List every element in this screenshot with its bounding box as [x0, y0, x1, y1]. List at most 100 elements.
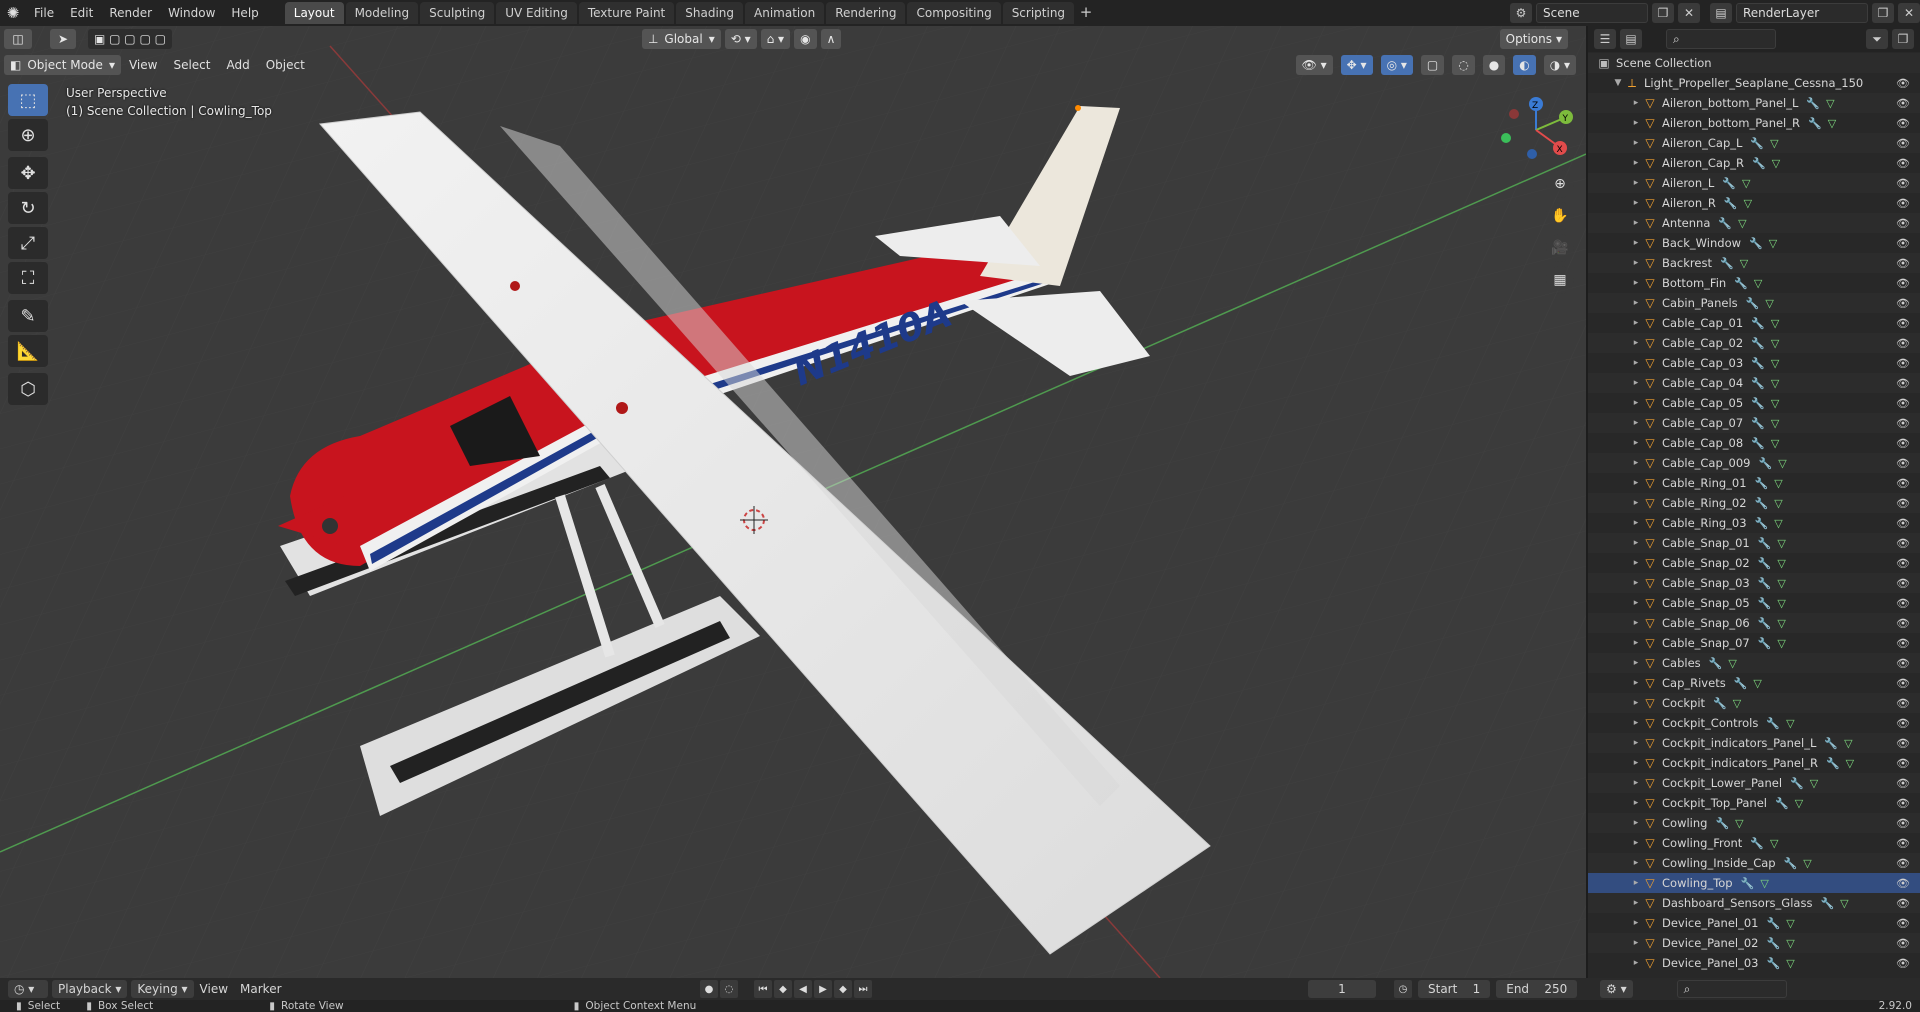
- eye-icon[interactable]: 👁: [1896, 477, 1910, 490]
- outliner-item-row[interactable]: ▸ ▽ Aileron_R 🔧 ▽ 👁: [1588, 193, 1920, 213]
- wrench-icon[interactable]: 🔧: [1790, 777, 1804, 790]
- new-view-layer-icon[interactable]: ❐: [1872, 3, 1894, 23]
- mesh-data-icon[interactable]: ▽: [1753, 677, 1761, 690]
- tab-modeling[interactable]: Modeling: [345, 2, 419, 24]
- wrench-icon[interactable]: 🔧: [1820, 897, 1834, 910]
- tab-sculpting[interactable]: Sculpting: [420, 2, 495, 24]
- wrench-icon[interactable]: 🔧: [1767, 957, 1781, 970]
- outliner-item-row[interactable]: ▸ ▽ Device_Panel_01 🔧 ▽ 👁: [1588, 913, 1920, 933]
- expand-arrow-icon[interactable]: ▸: [1630, 658, 1642, 668]
- outliner-item-row[interactable]: ▸ ▽ Cable_Cap_01 🔧 ▽ 👁: [1588, 313, 1920, 333]
- annotate-tool-icon[interactable]: ✎: [8, 300, 48, 332]
- outliner-item-row[interactable]: ▸ ▽ Cable_Ring_03 🔧 ▽ 👁: [1588, 513, 1920, 533]
- eye-icon[interactable]: 👁: [1896, 197, 1910, 210]
- mesh-data-icon[interactable]: ▽: [1772, 157, 1780, 170]
- expand-arrow-icon[interactable]: ▸: [1630, 818, 1642, 828]
- eye-icon[interactable]: 👁: [1896, 257, 1910, 270]
- eye-icon[interactable]: 👁: [1896, 117, 1910, 130]
- wrench-icon[interactable]: 🔧: [1734, 277, 1748, 290]
- tab-scripting[interactable]: Scripting: [1002, 2, 1075, 24]
- wrench-icon[interactable]: 🔧: [1741, 877, 1755, 890]
- eye-icon[interactable]: 👁: [1896, 777, 1910, 790]
- expand-arrow-icon[interactable]: ▸: [1630, 738, 1642, 748]
- mesh-data-icon[interactable]: ▽: [1828, 117, 1836, 130]
- wrench-icon[interactable]: 🔧: [1808, 117, 1822, 130]
- mesh-data-icon[interactable]: ▽: [1771, 337, 1779, 350]
- expand-arrow-icon[interactable]: ▸: [1630, 318, 1642, 328]
- navigation-gizmo[interactable]: Z Y X: [1496, 88, 1576, 172]
- 3d-viewport[interactable]: N1410A ◫ ➤ ▣ ▢ ▢ ▢ ▢ ⊥ Global ▾ ⟲ ▾ ⌂ ▾ ◉ …: [0, 26, 1586, 978]
- wrench-icon[interactable]: 🔧: [1713, 697, 1727, 710]
- expand-arrow-icon[interactable]: ▸: [1630, 298, 1642, 308]
- eye-icon[interactable]: 👁: [1896, 97, 1910, 110]
- eye-icon[interactable]: 👁: [1896, 337, 1910, 350]
- outliner-item-row[interactable]: ▸ ▽ Cable_Cap_07 🔧 ▽ 👁: [1588, 413, 1920, 433]
- selection-mode-icons[interactable]: ▣ ▢ ▢ ▢ ▢: [88, 29, 172, 49]
- mesh-data-icon[interactable]: ▽: [1733, 697, 1741, 710]
- clock-icon[interactable]: ◷: [1394, 980, 1412, 998]
- tab-animation[interactable]: Animation: [745, 2, 825, 24]
- move-tool-icon[interactable]: ✥: [8, 157, 48, 189]
- mesh-data-icon[interactable]: ▽: [1742, 177, 1750, 190]
- expand-arrow-icon[interactable]: ▸: [1630, 398, 1642, 408]
- menu-add[interactable]: Add: [218, 58, 257, 72]
- mesh-data-icon[interactable]: ▽: [1744, 197, 1752, 210]
- eye-icon[interactable]: 👁: [1896, 857, 1910, 870]
- menu-window[interactable]: Window: [160, 2, 223, 24]
- wrench-icon[interactable]: 🔧: [1755, 517, 1769, 530]
- outliner-item-row[interactable]: ▸ ▽ Dashboard_Sensors_Glass 🔧 ▽ 👁: [1588, 893, 1920, 913]
- auto-key-icon[interactable]: ◌: [720, 980, 738, 998]
- wrench-icon[interactable]: 🔧: [1746, 297, 1760, 310]
- mesh-data-icon[interactable]: ▽: [1777, 617, 1785, 630]
- outliner-item-row[interactable]: ▸ ▽ Bottom_Fin 🔧 ▽ 👁: [1588, 273, 1920, 293]
- proportional-edit-icon[interactable]: ◉: [794, 29, 817, 49]
- expand-arrow-icon[interactable]: ▸: [1630, 918, 1642, 928]
- mesh-data-icon[interactable]: ▽: [1740, 257, 1748, 270]
- tab-layout[interactable]: Layout: [284, 2, 344, 24]
- expand-arrow-icon[interactable]: ▸: [1630, 538, 1642, 548]
- mesh-data-icon[interactable]: ▽: [1771, 317, 1779, 330]
- expand-arrow-icon[interactable]: ▸: [1630, 898, 1642, 908]
- wrench-icon[interactable]: 🔧: [1751, 397, 1765, 410]
- outliner-item-row[interactable]: ▸ ▽ Back_Window 🔧 ▽ 👁: [1588, 233, 1920, 253]
- gizmo-toggle-icon[interactable]: ✥ ▾: [1340, 55, 1373, 75]
- outliner-item-row[interactable]: ▸ ▽ Cable_Snap_07 🔧 ▽ 👁: [1588, 633, 1920, 653]
- wrench-icon[interactable]: 🔧: [1806, 97, 1820, 110]
- transform-orientation-dropdown[interactable]: ⊥ Global ▾: [641, 29, 721, 49]
- wrench-icon[interactable]: 🔧: [1824, 737, 1838, 750]
- expand-arrow-icon[interactable]: ▸: [1630, 198, 1642, 208]
- outliner-item-row[interactable]: ▸ ▽ Cables 🔧 ▽ 👁: [1588, 653, 1920, 673]
- expand-arrow-icon[interactable]: ▸: [1630, 178, 1642, 188]
- mesh-data-icon[interactable]: ▽: [1774, 497, 1782, 510]
- wrench-icon[interactable]: 🔧: [1784, 857, 1798, 870]
- eye-icon[interactable]: 👁: [1896, 957, 1910, 970]
- properties-search-input[interactable]: ⌕: [1676, 980, 1787, 998]
- mesh-data-icon[interactable]: ▽: [1771, 357, 1779, 370]
- select-tool-icon[interactable]: ➤: [50, 29, 76, 49]
- menu-select[interactable]: Select: [165, 58, 218, 72]
- mesh-data-icon[interactable]: ▽: [1760, 877, 1768, 890]
- outliner-item-row[interactable]: ▸ ▽ Aileron_L 🔧 ▽ 👁: [1588, 173, 1920, 193]
- expand-arrow-icon[interactable]: ▸: [1630, 838, 1642, 848]
- expand-arrow-icon[interactable]: ▸: [1630, 858, 1642, 868]
- menu-edit[interactable]: Edit: [62, 2, 101, 24]
- mesh-data-icon[interactable]: ▽: [1803, 857, 1811, 870]
- outliner-item-row[interactable]: ▸ ▽ Cable_Cap_03 🔧 ▽ 👁: [1588, 353, 1920, 373]
- eye-icon[interactable]: 👁: [1896, 497, 1910, 510]
- current-frame-field[interactable]: 1: [1308, 980, 1376, 998]
- eye-icon[interactable]: 👁: [1896, 897, 1910, 910]
- view-layer-icon[interactable]: ▤: [1710, 3, 1732, 23]
- delete-scene-icon[interactable]: ✕: [1678, 3, 1700, 23]
- properties-editor-type-icon[interactable]: ⚙ ▾: [1600, 980, 1633, 998]
- expand-arrow-icon[interactable]: ▸: [1630, 878, 1642, 888]
- add-workspace-icon[interactable]: +: [1076, 2, 1096, 24]
- eye-icon[interactable]: 👁: [1896, 737, 1910, 750]
- mesh-data-icon[interactable]: ▽: [1771, 417, 1779, 430]
- mesh-data-icon[interactable]: ▽: [1769, 237, 1777, 250]
- options-dropdown[interactable]: Options ▾: [1499, 29, 1568, 49]
- expand-arrow-icon[interactable]: ▸: [1630, 578, 1642, 588]
- xray-icon[interactable]: ▢: [1420, 55, 1445, 75]
- eye-icon[interactable]: 👁: [1896, 217, 1910, 230]
- eye-icon[interactable]: 👁: [1896, 297, 1910, 310]
- eye-icon[interactable]: 👁: [1896, 157, 1910, 170]
